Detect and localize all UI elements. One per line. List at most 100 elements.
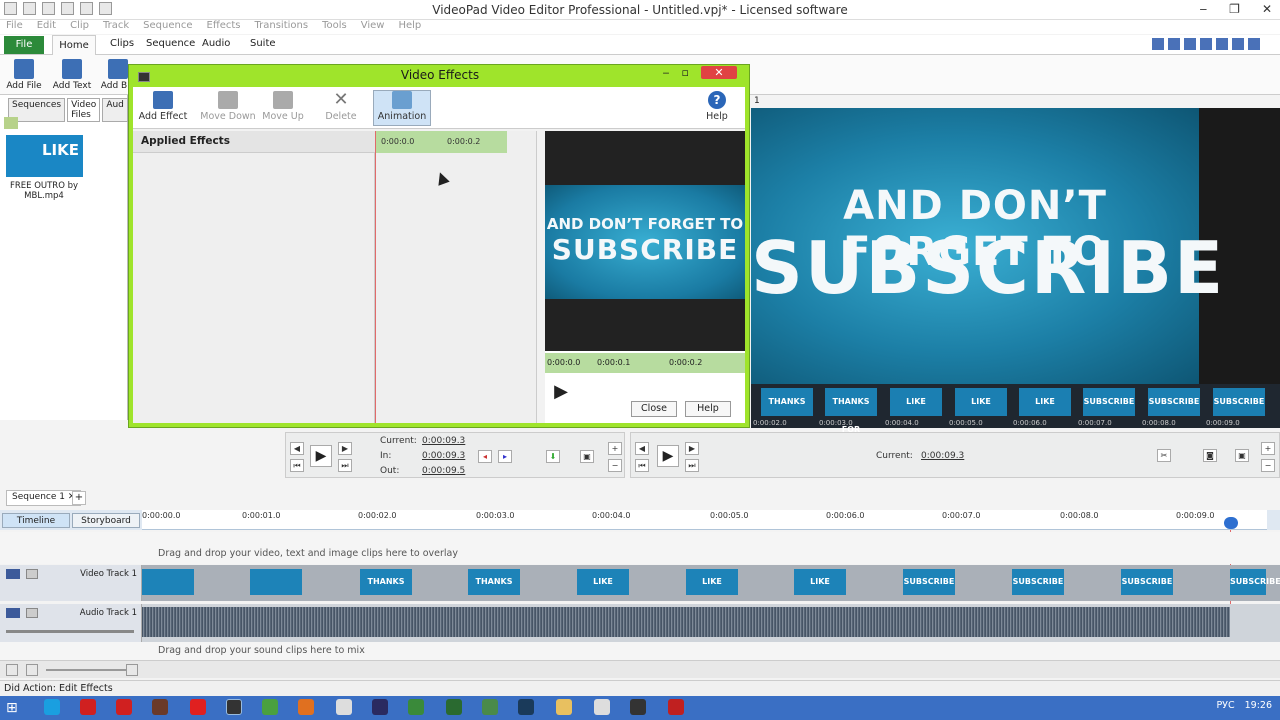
volume-slider[interactable] [6, 630, 134, 633]
go-start-button[interactable]: ⏮ [290, 459, 304, 472]
twitter-icon[interactable] [1168, 38, 1180, 50]
video-clip[interactable] [250, 569, 302, 595]
snapshot-icon[interactable]: ◙ [1203, 449, 1217, 462]
storyboard-view-button[interactable]: Storyboard [72, 513, 140, 528]
tab-file[interactable]: File [4, 36, 44, 54]
playhead-handle[interactable] [1224, 517, 1238, 529]
prev-frame-button[interactable]: ◀ [290, 442, 304, 455]
place-clip-button[interactable]: ⬇ [546, 450, 560, 463]
delete-button[interactable]: ✕ Delete [315, 91, 367, 123]
language-indicator[interactable]: РУС [1216, 700, 1234, 711]
record-icon[interactable] [80, 699, 96, 715]
sequence-tab[interactable]: Sequence 1 ✕ [6, 490, 82, 506]
seq-next-frame-button[interactable]: ▶ [685, 442, 699, 455]
animation-button[interactable]: Animation [373, 90, 431, 126]
audio-lock-icon[interactable] [26, 608, 38, 618]
dialog-minimize-icon[interactable]: ‒ [663, 66, 670, 79]
menu-help[interactable]: Help [398, 20, 421, 34]
tab-video-files[interactable]: Video Files [67, 98, 101, 122]
move-up-button[interactable]: Move Up [257, 91, 309, 122]
firefox-icon[interactable] [298, 699, 314, 715]
tab-suite[interactable]: Suite [250, 38, 276, 49]
dialog-help-toolbar-button[interactable]: ? Help [691, 91, 743, 122]
seq-current-value[interactable]: 0:00:09.3 [921, 451, 964, 461]
effects-keyframe-timeline[interactable]: 0:00:0.0 0:00:0.2 [375, 131, 537, 423]
video-clip[interactable]: SUBSCRIBE [1121, 569, 1173, 595]
flickr-icon[interactable] [1216, 38, 1228, 50]
clip-thumbnail[interactable]: LIKE [6, 135, 83, 177]
dialog-maximize-icon[interactable]: ▫ [682, 66, 689, 79]
windows-start-icon[interactable]: ⊞ [6, 699, 36, 717]
filezilla-icon[interactable] [668, 699, 684, 715]
menu-clip[interactable]: Clip [70, 20, 89, 34]
folder-up-icon[interactable] [4, 117, 18, 129]
google-icon[interactable] [1200, 38, 1212, 50]
menu-view[interactable]: View [361, 20, 385, 34]
set-in-button[interactable]: ◂ [478, 450, 492, 463]
app-icon-green[interactable] [262, 699, 278, 715]
move-down-button[interactable]: Move Down [199, 91, 257, 122]
video-clip[interactable]: LIKE [686, 569, 738, 595]
out-value[interactable]: 0:00:09.5 [422, 466, 465, 476]
clock[interactable]: 19:26 [1245, 700, 1272, 711]
skype-icon[interactable] [44, 699, 60, 715]
app-icon-green-2[interactable] [446, 699, 462, 715]
tab-audio[interactable]: Audio [202, 38, 230, 49]
menu-tools[interactable]: Tools [322, 20, 347, 34]
zoom-out-icon[interactable]: − [608, 459, 622, 472]
steam-icon[interactable] [518, 699, 534, 715]
help-button[interactable]: Help [685, 401, 731, 417]
visibility-icon[interactable] [6, 569, 20, 579]
restore-icon[interactable]: ❐ [1229, 2, 1240, 16]
zoom-fit-icon[interactable] [6, 664, 18, 676]
add-text-button[interactable]: Add Text [50, 59, 94, 91]
dialog-close-icon[interactable]: ✕ [701, 66, 737, 79]
app-icon-brown[interactable] [152, 699, 168, 715]
app-icon-white[interactable] [336, 699, 352, 715]
in-value[interactable]: 0:00:09.3 [422, 451, 465, 461]
video-clip[interactable]: LIKE [794, 569, 846, 595]
zoom-in-icon[interactable]: + [608, 442, 622, 455]
split-icon[interactable]: ✂ [1157, 449, 1171, 462]
video-clip[interactable]: SUBSCRIBE [903, 569, 955, 595]
go-end-button[interactable]: ⏭ [338, 459, 352, 472]
snapshot-button[interactable]: ▣ [580, 450, 594, 463]
filmstrip[interactable]: THANKS THANKS FOR LIKE LIKE LIKE SUBSCRI… [751, 384, 1280, 434]
video-clip[interactable]: SUBSCRIBE [1230, 569, 1280, 595]
video-clip[interactable]: THANKS FOR [468, 569, 520, 612]
clip-play-button[interactable]: ▶ [310, 445, 332, 467]
set-out-button[interactable]: ▸ [498, 450, 512, 463]
zoom-slider[interactable] [46, 669, 126, 671]
linkedin-icon[interactable] [1232, 38, 1244, 50]
menu-transitions[interactable]: Transitions [255, 20, 309, 34]
menu-file[interactable]: File [6, 20, 23, 34]
menu-sequence[interactable]: Sequence [143, 20, 192, 34]
add-effect-button[interactable]: Add Effect [137, 91, 189, 122]
help-icon[interactable] [1248, 38, 1260, 50]
app-icon-dark-green[interactable] [408, 699, 424, 715]
menu-edit[interactable]: Edit [37, 20, 56, 34]
dialog-play-button[interactable]: ▶ [551, 381, 571, 405]
explorer-icon[interactable] [556, 699, 572, 715]
close-button[interactable]: Close [631, 401, 677, 417]
app-icon-green-3[interactable] [482, 699, 498, 715]
zoom-out-timeline-icon[interactable] [26, 664, 38, 676]
tab-clips[interactable]: Clips [110, 38, 134, 49]
add-sequence-button[interactable]: + [72, 491, 86, 505]
seq-go-end-button[interactable]: ⏭ [685, 459, 699, 472]
timeline-ruler[interactable]: 0:00:00.0 0:00:01.0 0:00:02.0 0:00:03.0 … [142, 510, 1267, 530]
menu-track[interactable]: Track [103, 20, 129, 34]
timeline-view-button[interactable]: Timeline [2, 513, 70, 528]
menu-effects[interactable]: Effects [207, 20, 241, 34]
seq-play-button[interactable]: ▶ [657, 445, 679, 467]
video-clip[interactable]: LIKE [577, 569, 629, 595]
current-value[interactable]: 0:00:09.3 [422, 436, 465, 446]
applied-effects-panel[interactable]: Applied Effects [133, 131, 375, 423]
minimize-icon[interactable]: ‒ [1200, 2, 1208, 16]
dialog-preview-ruler[interactable]: 0:00:0.0 0:00:0.1 0:00:0.2 [545, 353, 745, 373]
speaker-icon[interactable] [6, 608, 20, 618]
add-file-button[interactable]: Add File [2, 59, 46, 91]
sound-mix-track[interactable]: Drag and drop your sound clips here to m… [0, 642, 1280, 660]
opera-icon[interactable] [190, 699, 206, 715]
seq-prev-frame-button[interactable]: ◀ [635, 442, 649, 455]
